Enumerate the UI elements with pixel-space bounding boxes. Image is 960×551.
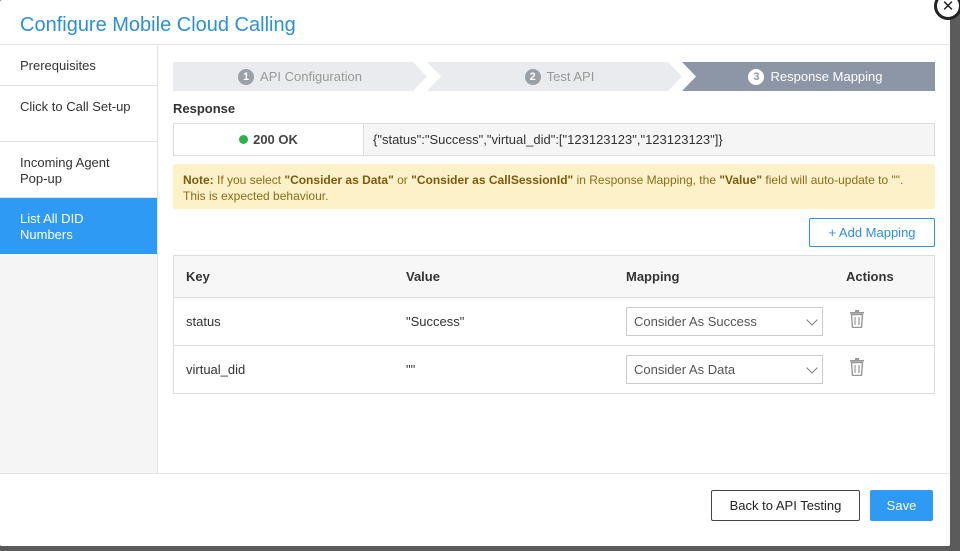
chevron-down-icon (806, 362, 818, 374)
step-number: 3 (748, 68, 765, 85)
response-box: 200 OK {"status":"Success","virtual_did"… (173, 123, 935, 156)
sidebar-item-incoming-agent[interactable]: Incoming Agent Pop-up (0, 142, 157, 198)
status-dot-icon (239, 135, 249, 144)
step-api-configuration[interactable]: 1 API Configuration (173, 62, 427, 91)
step-response-mapping[interactable]: 3 Response Mapping (696, 62, 935, 91)
sidebar: Prerequisites Click to Call Set-up Incom… (0, 46, 158, 473)
step-label: API Configuration (260, 69, 362, 84)
step-label: Response Mapping (770, 69, 883, 84)
header-value: Value (406, 269, 440, 284)
mapping-select[interactable]: Consider As Data (626, 355, 823, 384)
header-actions: Actions (846, 269, 894, 284)
modal-footer: Back to API Testing Save (0, 473, 950, 546)
note-bold-1: "Consider as Data" (284, 173, 394, 187)
modal-title: Configure Mobile Cloud Calling (20, 14, 296, 36)
sidebar-item-list-did[interactable]: List All DID Numbers (0, 198, 157, 254)
row-value: "" (406, 362, 416, 377)
response-status: 200 OK (174, 124, 364, 155)
row-value: "Success" (406, 314, 465, 329)
trash-icon[interactable] (850, 358, 864, 376)
sidebar-item-prerequisites[interactable]: Prerequisites (0, 46, 157, 86)
step-label: Test API (546, 69, 595, 84)
step-test-api[interactable]: 2 Test API (437, 62, 682, 91)
row-key: status (186, 314, 221, 329)
header-mapping: Mapping (626, 269, 680, 284)
back-to-api-testing-button[interactable]: Back to API Testing (711, 490, 860, 521)
mapping-table: Key Value Mapping Actions status "Succes… (173, 255, 935, 394)
table-row: virtual_did "" Consider As Data (174, 346, 934, 393)
status-text: 200 OK (253, 132, 298, 147)
note-prefix: Note: (183, 173, 214, 187)
trash-icon[interactable] (850, 310, 864, 328)
note-banner: Note: If you select "Consider as Data" o… (173, 164, 935, 209)
add-mapping-button[interactable]: + Add Mapping (809, 218, 935, 247)
note-bold-3: "Value" (719, 173, 763, 187)
sidebar-item-click-to-call[interactable]: Click to Call Set-up (0, 86, 157, 142)
mapping-select-value: Consider As Success (634, 314, 757, 329)
note-text-3: in Response Mapping, the (573, 173, 720, 187)
mapping-select[interactable]: Consider As Success (626, 307, 823, 336)
note-text-2: or (393, 173, 412, 187)
step-progress: 1 API Configuration 2 Test API 3 Respons… (173, 62, 935, 91)
table-row: status "Success" Consider As Success (174, 298, 934, 346)
table-header: Key Value Mapping Actions (174, 256, 934, 298)
modal-header: Configure Mobile Cloud Calling (0, 0, 950, 45)
note-bold-2: "Consider as CallSessionId" (411, 173, 574, 187)
step-number: 2 (524, 68, 541, 85)
note-text-1: If you select (213, 173, 285, 187)
header-key: Key (186, 269, 210, 284)
step-number: 1 (238, 68, 255, 85)
row-key: virtual_did (186, 362, 246, 377)
save-button[interactable]: Save (870, 490, 933, 521)
mapping-select-value: Consider As Data (634, 362, 736, 377)
response-body: {"status":"Success","virtual_did":["1231… (373, 132, 723, 147)
configure-modal: Configure Mobile Cloud Calling Prerequis… (0, 0, 950, 546)
response-label: Response (173, 101, 236, 116)
chevron-down-icon (806, 314, 818, 326)
